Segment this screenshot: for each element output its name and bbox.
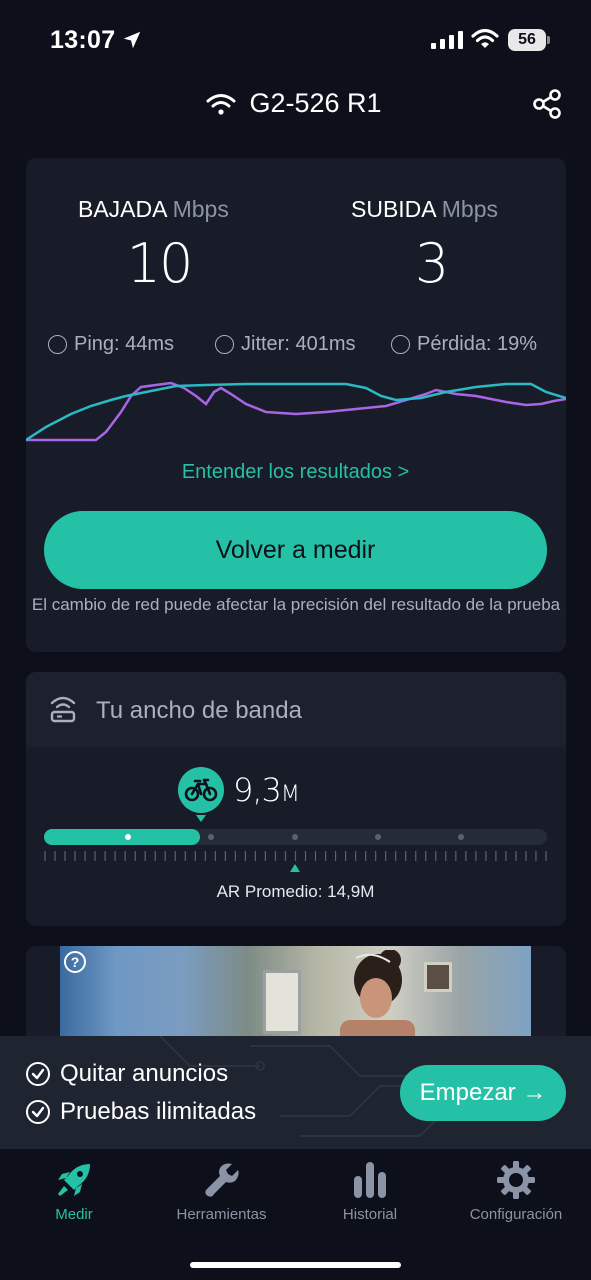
download-label-text: BAJADA (78, 196, 167, 222)
check-circle-icon (26, 1100, 50, 1124)
average-marker (290, 864, 300, 872)
location-arrow-icon (123, 31, 141, 49)
bandwidth-suffix: M (280, 782, 300, 807)
bandwidth-number: 9,3 (233, 771, 282, 809)
upload-value: 3 (414, 232, 449, 295)
bar-chart-icon (354, 1162, 386, 1198)
upload-label: SUBIDA Mbps (351, 196, 498, 223)
wrench-icon (205, 1163, 239, 1197)
speed-graph (26, 381, 566, 442)
network-name: G2-526 R1 (0, 88, 591, 119)
home-indicator[interactable] (190, 1262, 401, 1268)
understand-results-text[interactable]: Entender los resultados > (182, 461, 409, 483)
promo-item-remove-ads: Quitar anuncios (26, 1060, 228, 1088)
ad-window (263, 970, 301, 1034)
rocket-icon (58, 1164, 90, 1196)
download-value: 10 (126, 232, 194, 295)
jitter-text: Jitter: 401ms (241, 333, 356, 355)
loss-icon (391, 335, 410, 354)
battery-level: 56 (508, 29, 546, 51)
network-change-note: El cambio de red puede afectar la precis… (31, 595, 561, 614)
ping-metric: Ping: 44ms (48, 333, 174, 356)
tab-measure-label: Medir (55, 1206, 93, 1223)
tab-history-label: Historial (342, 1206, 398, 1223)
promo-line1-text: Quitar anuncios (60, 1060, 229, 1087)
cellular-signal-icon (431, 31, 463, 49)
tab-measure[interactable]: Medir (24, 1160, 124, 1230)
upload-unit: Mbps (441, 196, 499, 222)
average-text: AR Promedio: 14,9M (216, 882, 375, 901)
promo-item-unlimited-tests: Pruebas ilimitadas (26, 1098, 256, 1126)
loss-text: Pérdida: 19% (417, 333, 538, 355)
bandwidth-title: Tu ancho de banda (96, 697, 302, 724)
bandwidth-pointer (196, 815, 206, 822)
ad-picture-frame (424, 962, 452, 992)
scale-ticks (44, 851, 547, 861)
understand-results-link[interactable]: Entender los resultados > (0, 461, 591, 484)
wifi-status-icon (471, 28, 499, 48)
tab-settings-label: Configuración (469, 1206, 563, 1223)
ping-icon (48, 335, 67, 354)
status-time: 13:07 (50, 26, 116, 54)
upload-label-text: SUBIDA (351, 196, 436, 222)
ping-text: Ping: 44ms (74, 333, 175, 355)
jitter-metric: Jitter: 401ms (215, 333, 355, 356)
download-label: BAJADA Mbps (78, 196, 229, 223)
jitter-icon (215, 335, 234, 354)
tab-tools[interactable]: Herramientas (164, 1160, 279, 1230)
bandwidth-value: 9,3M (233, 771, 300, 809)
bicycle-icon (184, 778, 218, 802)
track-dot (292, 834, 298, 840)
share-icon[interactable] (531, 88, 563, 120)
track-dot (208, 834, 214, 840)
router-icon (50, 696, 76, 723)
bandwidth-fill (44, 829, 200, 845)
download-unit: Mbps (172, 196, 229, 222)
gear-icon (497, 1161, 535, 1199)
network-name-text: G2-526 R1 (249, 88, 382, 118)
retest-button[interactable]: Volver a medir (44, 511, 547, 589)
start-button[interactable]: Empezar → (400, 1065, 566, 1121)
bike-badge (178, 767, 224, 813)
track-dot (458, 834, 464, 840)
upload-line (26, 381, 566, 442)
track-dot (375, 834, 381, 840)
tab-settings[interactable]: Configuración (456, 1160, 576, 1230)
ad-help-icon[interactable]: ? (64, 951, 86, 973)
track-dot (125, 834, 131, 840)
tab-history[interactable]: Historial (320, 1160, 420, 1230)
tab-tools-label: Herramientas (176, 1206, 267, 1223)
check-circle-icon (26, 1062, 50, 1086)
battery-indicator: 56 (508, 29, 550, 51)
promo-line2-text: Pruebas ilimitadas (60, 1098, 257, 1125)
loss-metric: Pérdida: 19% (391, 333, 537, 356)
